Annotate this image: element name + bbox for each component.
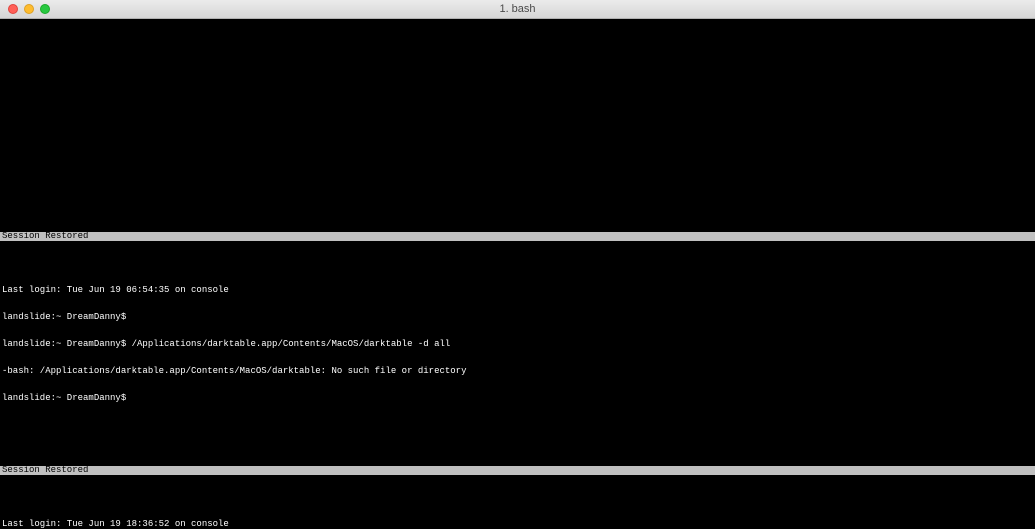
traffic-lights (0, 4, 50, 14)
session-restored-bar: Session Restored (0, 466, 1035, 475)
blank-line (0, 493, 1035, 502)
zoom-icon[interactable] (40, 4, 50, 14)
window-titlebar: 1. bash (0, 0, 1035, 19)
blank-line (0, 421, 1035, 430)
terminal-viewport[interactable]: Session Restored Last login: Tue Jun 19 … (0, 19, 1035, 529)
last-login-line: Last login: Tue Jun 19 18:36:52 on conso… (0, 520, 1035, 529)
window-title: 1. bash (0, 4, 1035, 15)
prompt-line: landslide:~ DreamDanny$ (0, 394, 1035, 403)
blank-line (0, 259, 1035, 268)
error-line: -bash: /Applications/darktable.app/Conte… (0, 367, 1035, 376)
terminal-blank-top (0, 37, 1035, 196)
last-login-line: Last login: Tue Jun 19 06:54:35 on conso… (0, 286, 1035, 295)
minimize-icon[interactable] (24, 4, 34, 14)
prompt-line: landslide:~ DreamDanny$ (0, 313, 1035, 322)
close-icon[interactable] (8, 4, 18, 14)
command-line: landslide:~ DreamDanny$ /Applications/da… (0, 340, 1035, 349)
session-restored-bar: Session Restored (0, 232, 1035, 241)
